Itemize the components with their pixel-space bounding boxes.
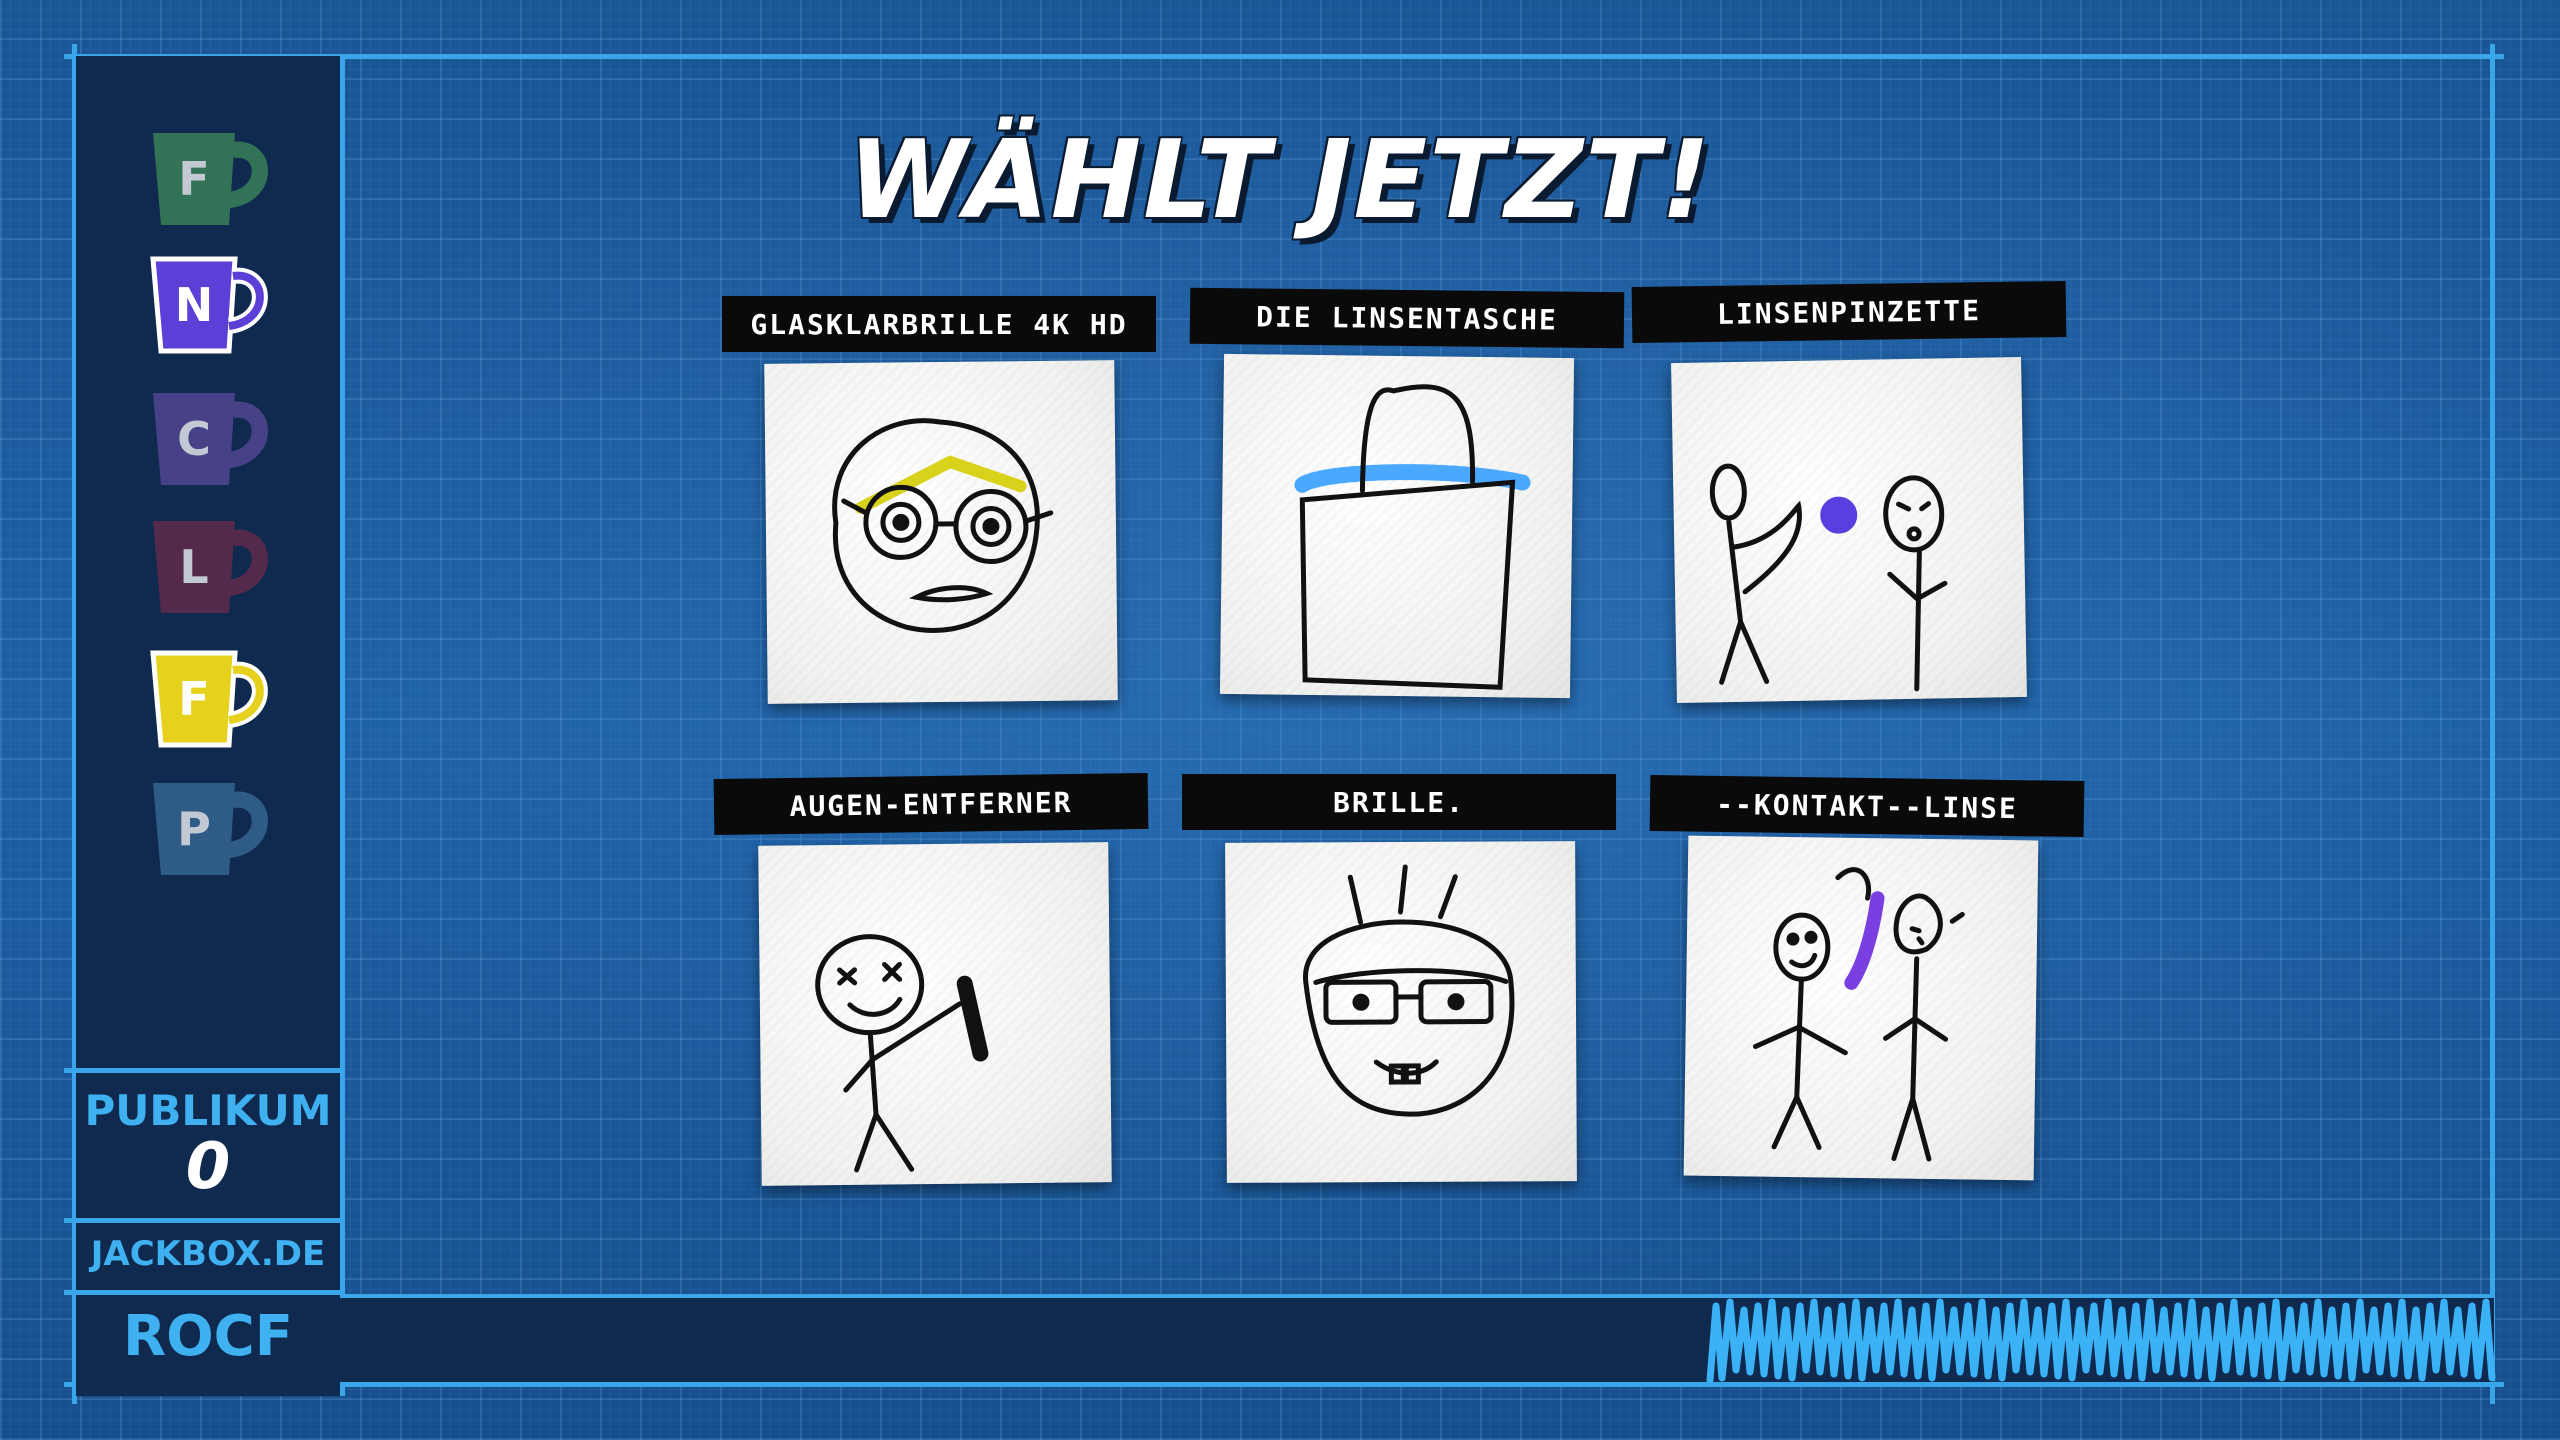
scribble-decoration: [1700, 1290, 2500, 1390]
napkin-drawing-5: [1225, 841, 1577, 1183]
face-with-glasses-drawing: [764, 360, 1118, 704]
stick-figures-tweezers-drawing: [1671, 357, 2027, 703]
entry-card-1[interactable]: GLASKLARBRILLE 4K HD: [722, 296, 1162, 716]
site-divider: [64, 1218, 344, 1223]
site-url: JACKBOX.DE: [76, 1234, 340, 1274]
stick-figure-with-tool-drawing: [758, 842, 1112, 1186]
player-initial: L: [179, 540, 208, 594]
mug-icon: N: [143, 251, 273, 361]
entry-label-2: DIE LINSENTASCHE: [1190, 288, 1625, 349]
roomcode-divider: [64, 1290, 344, 1295]
player-cup-3: C: [76, 380, 340, 500]
player-initial: C: [177, 412, 211, 466]
entry-label-5: BRILLE.: [1182, 774, 1616, 830]
entry-label-6: --KONTAKT--LINSE: [1650, 775, 2085, 837]
mug-icon: F: [143, 645, 273, 755]
player-initial: P: [177, 802, 211, 856]
player-cup-2: N: [76, 246, 340, 366]
napkin-drawing-4: [758, 842, 1112, 1186]
audience-count: 0: [76, 1130, 340, 1204]
napkin-drawing-2: [1220, 354, 1574, 698]
face-with-glasses-and-hair-drawing: [1225, 841, 1577, 1183]
tote-bag-drawing: [1220, 354, 1574, 698]
mug-icon: C: [143, 385, 273, 495]
entry-card-4[interactable]: AUGEN-ENTFERNER: [714, 776, 1154, 1196]
entry-card-3[interactable]: LINSENPINZETTE: [1632, 284, 2072, 704]
player-cup-4: L: [76, 508, 340, 628]
mug-icon: P: [143, 775, 273, 885]
entry-label-4: AUGEN-ENTFERNER: [714, 773, 1149, 835]
napkin-drawing-6: [1684, 836, 2039, 1181]
frame-top-line: [64, 54, 2504, 59]
player-initial: N: [175, 278, 214, 332]
frame-right-line: [2490, 44, 2495, 1404]
entry-card-2[interactable]: DIE LINSENTASCHE: [1190, 290, 1630, 710]
mug-icon: L: [143, 513, 273, 623]
entry-label-1: GLASKLARBRILLE 4K HD: [722, 296, 1156, 352]
two-stick-figures-drawing: [1684, 836, 2039, 1181]
napkin-drawing-3: [1671, 357, 2027, 703]
entry-card-5[interactable]: BRILLE.: [1182, 774, 1622, 1194]
player-initial: F: [178, 672, 209, 726]
publikum-divider-top: [64, 1068, 344, 1073]
player-cup-6: P: [76, 770, 340, 890]
entry-card-6[interactable]: --KONTAKT--LINSE: [1650, 778, 2090, 1198]
napkin-drawing-1: [764, 360, 1118, 704]
audience-label: PUBLIKUM: [76, 1086, 340, 1135]
entry-label-3: LINSENPINZETTE: [1632, 281, 2067, 343]
room-code: ROCF: [76, 1304, 340, 1369]
player-cup-5: F: [76, 640, 340, 760]
page-title: WÄHLT JETZT!: [0, 118, 2560, 243]
